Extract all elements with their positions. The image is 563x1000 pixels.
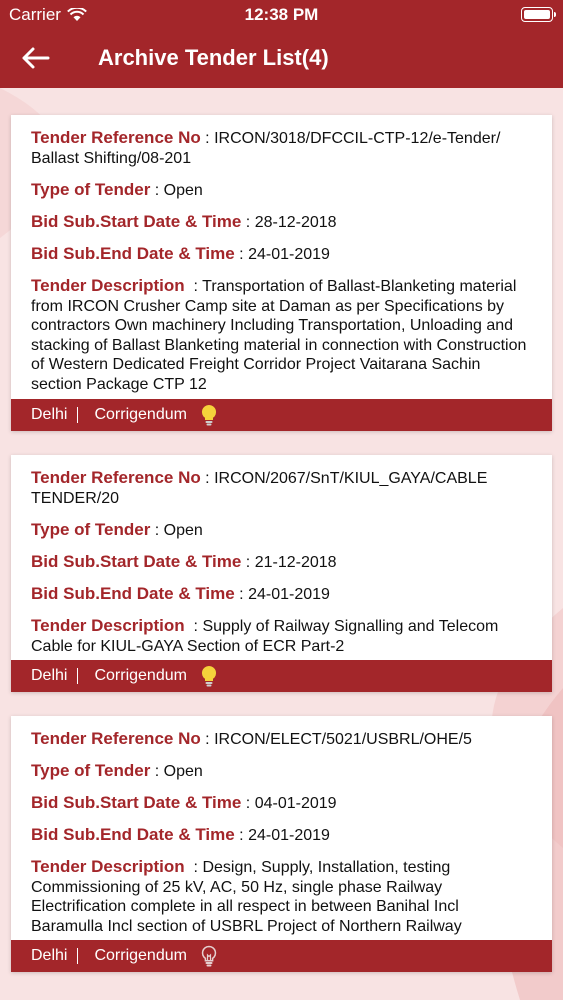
tender-footer: Delhi Corrigendum <box>11 940 552 972</box>
tender-card-body: Tender Reference No : IRCON/3018/DFCCIL-… <box>11 115 552 394</box>
tender-type-row: Type of Tender : Open <box>31 761 203 780</box>
tender-type-label: Type of Tender <box>31 761 151 780</box>
bid-start-label: Bid Sub.Start Date & Time <box>31 793 242 812</box>
bid-end-label: Bid Sub.End Date & Time <box>31 244 235 263</box>
bid-start-row: Bid Sub.Start Date & Time : 28-12-2018 <box>31 212 337 231</box>
tender-desc-row: Tender Description : Transportation of B… <box>31 276 527 393</box>
tender-footer: Delhi Corrigendum <box>11 399 552 431</box>
bid-start-label: Bid Sub.Start Date & Time <box>31 212 242 231</box>
bid-start-row: Bid Sub.Start Date & Time : 21-12-2018 <box>31 552 337 571</box>
city-label: Delhi <box>11 948 79 964</box>
bid-end-label: Bid Sub.End Date & Time <box>31 825 235 844</box>
tender-desc-label: Tender Description <box>31 276 185 295</box>
bid-end-row: Bid Sub.End Date & Time : 24-01-2019 <box>31 244 330 263</box>
nav-bar: Archive Tender List(4) <box>0 30 563 88</box>
bid-end-label: Bid Sub.End Date & Time <box>31 584 235 603</box>
lightbulb-outline-icon[interactable] <box>199 944 219 968</box>
city-label: Delhi <box>11 668 79 684</box>
tender-desc-label: Tender Description <box>31 616 185 635</box>
city-label: Delhi <box>11 407 79 423</box>
bid-start-value: 04-01-2019 <box>254 795 337 812</box>
tender-desc-label: Tender Description <box>31 857 185 876</box>
tender-ref-row: Tender Reference No : IRCON/2067/SnT/KIU… <box>31 468 488 507</box>
status-bar: Carrier 12:38 PM <box>0 0 563 30</box>
tender-card-body: Tender Reference No : IRCON/ELECT/5021/U… <box>11 716 552 936</box>
tender-card-body: Tender Reference No : IRCON/2067/SnT/KIU… <box>11 455 552 656</box>
tender-ref-row: Tender Reference No : IRCON/3018/DFCCIL-… <box>31 128 501 167</box>
tender-type-row: Type of Tender : Open <box>31 520 203 539</box>
tender-type-value: Open <box>163 522 203 539</box>
lightbulb-lit-icon[interactable] <box>199 403 219 427</box>
tender-ref-label: Tender Reference No <box>31 468 201 487</box>
tender-ref-value: IRCON/ELECT/5021/USBRL/OHE/5 <box>214 731 472 748</box>
battery-icon <box>521 7 556 22</box>
bid-end-row: Bid Sub.End Date & Time : 24-01-2019 <box>31 825 330 844</box>
tender-footer: Delhi Corrigendum <box>11 660 552 692</box>
tender-ref-label: Tender Reference No <box>31 128 201 147</box>
tender-type-label: Type of Tender <box>31 180 151 199</box>
bid-start-label: Bid Sub.Start Date & Time <box>31 552 242 571</box>
tender-type-row: Type of Tender : Open <box>31 180 203 199</box>
bid-end-row: Bid Sub.End Date & Time : 24-01-2019 <box>31 584 330 603</box>
lightbulb-lit-icon[interactable] <box>199 664 219 688</box>
tender-card[interactable]: Tender Reference No : IRCON/3018/DFCCIL-… <box>11 115 552 431</box>
page-title: Archive Tender List(4) <box>98 45 329 70</box>
corrigendum-link[interactable]: Corrigendum <box>78 947 198 965</box>
tender-card[interactable]: Tender Reference No : IRCON/ELECT/5021/U… <box>11 716 552 972</box>
bid-end-value: 24-01-2019 <box>248 827 330 844</box>
bid-start-value: 21-12-2018 <box>254 554 337 571</box>
status-time: 12:38 PM <box>244 5 319 24</box>
tender-desc-row: Tender Description : Supply of Railway S… <box>31 616 499 655</box>
tender-desc-value: Transportation of Ballast-Blanketing mat… <box>31 278 527 393</box>
tender-ref-label: Tender Reference No <box>31 729 201 748</box>
bid-start-row: Bid Sub.Start Date & Time : 04-01-2019 <box>31 793 337 812</box>
bid-end-value: 24-01-2019 <box>248 586 330 603</box>
back-button[interactable] <box>20 44 54 72</box>
tender-desc-row: Tender Description : Design, Supply, Ins… <box>31 857 462 935</box>
bid-start-value: 28-12-2018 <box>254 214 337 231</box>
tender-card[interactable]: Tender Reference No : IRCON/2067/SnT/KIU… <box>11 455 552 692</box>
corrigendum-link[interactable]: Corrigendum <box>78 406 198 424</box>
tender-type-value: Open <box>163 763 203 780</box>
tender-type-label: Type of Tender <box>31 520 151 539</box>
tender-ref-row: Tender Reference No : IRCON/ELECT/5021/U… <box>31 729 472 748</box>
corrigendum-link[interactable]: Corrigendum <box>78 667 198 685</box>
tender-type-value: Open <box>163 182 203 199</box>
bid-end-value: 24-01-2019 <box>248 246 330 263</box>
